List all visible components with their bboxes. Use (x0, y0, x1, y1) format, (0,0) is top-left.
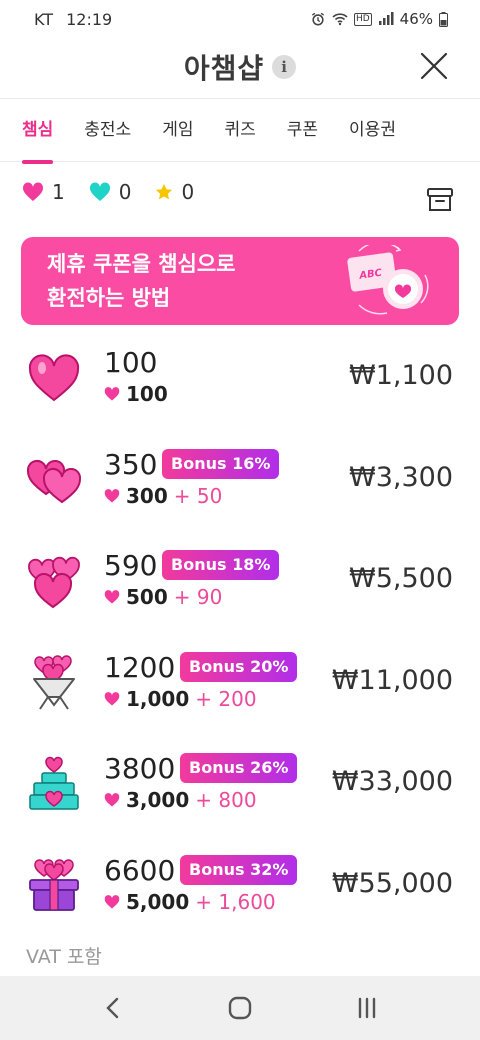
product-bonus-amount: + 800 (195, 788, 257, 812)
star-count: 0 (181, 180, 195, 204)
close-button[interactable] (418, 50, 450, 82)
tab-charging-station[interactable]: 충전소 (84, 99, 131, 163)
pink-heart-icon (22, 182, 44, 201)
mini-heart-icon (104, 590, 120, 604)
inbox-icon[interactable] (426, 186, 454, 214)
product-price[interactable]: ₩1,100 (349, 360, 453, 391)
product-row-6600[interactable]: 6600 Bonus 32% 5,000 + 1,600 ₩55,000 (0, 838, 480, 940)
balance-bar: 1 0 0 (22, 180, 194, 204)
mini-heart-icon (104, 691, 120, 706)
product-bonus-amount: + 90 (173, 585, 223, 609)
alarm-icon (311, 12, 325, 26)
product-price[interactable]: ₩33,000 (332, 766, 453, 797)
product-base-amount: 300 (126, 483, 168, 508)
product-price[interactable]: ₩11,000 (332, 665, 453, 696)
teal-heart-icon (89, 182, 110, 201)
single-heart-icon (28, 354, 80, 402)
pink-heart-count: 1 (52, 180, 65, 204)
three-hearts-icon (28, 556, 80, 609)
product-price[interactable]: ₩55,000 (332, 868, 453, 899)
back-icon[interactable] (98, 993, 128, 1023)
battery-icon (439, 11, 448, 27)
mini-heart-icon (104, 488, 120, 503)
carrier-label: KT (34, 9, 54, 29)
product-row-590[interactable]: 590 Bonus 18% 500 + 90 ₩5,500 (0, 533, 480, 635)
mini-heart-icon (104, 894, 120, 909)
tab-quiz[interactable]: 퀴즈 (224, 99, 255, 163)
banner-title-line1: 제휴 쿠폰을 챔심으로 (47, 252, 236, 276)
battery-percent: 46% (399, 10, 433, 28)
heart-bouquet-icon (33, 654, 75, 710)
pink-heart-balance: 1 (22, 180, 65, 204)
product-amount: 590 (104, 549, 158, 582)
signal-icon (378, 12, 394, 25)
product-price[interactable]: ₩5,500 (349, 563, 453, 594)
system-nav-bar (0, 976, 480, 1040)
heart-gift-box-icon (29, 858, 79, 911)
product-row-1200[interactable]: 1200 Bonus 20% 1,000 + 200 ₩11,000 (0, 635, 480, 737)
coupon-exchange-illustration: ABC (347, 245, 429, 315)
product-amount: 1200 (104, 650, 176, 684)
bonus-badge: Bonus 16% (162, 448, 280, 479)
teal-heart-balance: 0 (89, 180, 132, 204)
product-bonus-amount: + 50 (173, 483, 223, 508)
clock: 12:19 (66, 9, 113, 29)
product-base-amount: 1,000 (126, 686, 190, 711)
product-amount: 6600 (104, 853, 176, 887)
product-row-3800[interactable]: 3800 Bonus 26% 3,000 + 800 ₩33,000 (0, 736, 480, 838)
heart-cake-icon (29, 756, 79, 810)
bonus-badge: Bonus 32% (180, 854, 298, 885)
product-price[interactable]: ₩3,300 (349, 462, 453, 493)
hd-icon: HD (353, 12, 372, 26)
product-base-amount: 3,000 (126, 788, 190, 812)
coupon-exchange-banner[interactable]: 제휴 쿠폰을 챔심으로 환전하는 방법 ABC (21, 237, 459, 325)
banner-title-line2: 환전하는 방법 (47, 286, 171, 310)
product-list: 100 100 ₩1,100 350 Bonus 16% 300 + 50 ₩3… (0, 330, 480, 939)
product-base-amount: 500 (126, 585, 168, 609)
product-amount: 350 (104, 447, 158, 481)
info-icon[interactable]: i (272, 55, 297, 79)
tab-champsim[interactable]: 챔심 (22, 99, 54, 164)
product-amount: 100 (104, 346, 158, 379)
mini-heart-icon (104, 387, 120, 401)
product-bonus-amount: + 200 (195, 686, 257, 711)
star-icon (156, 183, 173, 200)
bonus-badge: Bonus 18% (162, 550, 280, 580)
tab-pass[interactable]: 이용권 (349, 99, 396, 163)
vat-note: VAT 포함 (26, 946, 102, 968)
tab-bar: 챔심 충전소 게임 퀴즈 쿠폰 이용권 (0, 98, 480, 164)
product-row-350[interactable]: 350 Bonus 16% 300 + 50 ₩3,300 (0, 432, 480, 534)
bonus-badge: Bonus 20% (180, 651, 298, 682)
mini-heart-icon (104, 793, 120, 807)
product-bonus-amount: + 1,600 (195, 889, 276, 914)
page-title: 아챔샵 (183, 52, 265, 85)
bonus-badge: Bonus 26% (180, 753, 298, 783)
product-base-amount: 5,000 (126, 889, 190, 914)
star-balance: 0 (155, 180, 194, 204)
app-header: 아챔샵 i (0, 38, 480, 96)
product-row-100[interactable]: 100 100 ₩1,100 (0, 330, 480, 432)
product-amount: 3800 (104, 752, 176, 785)
product-base-amount: 100 (126, 382, 168, 406)
wifi-icon (332, 13, 348, 26)
teal-heart-count: 0 (118, 180, 132, 204)
two-hearts-icon (26, 459, 82, 503)
tab-game[interactable]: 게임 (162, 99, 193, 163)
recent-apps-icon[interactable] (352, 993, 382, 1023)
home-icon[interactable] (225, 993, 255, 1023)
status-bar: KT 12:19 HD 46% (0, 0, 480, 38)
tab-coupon[interactable]: 쿠폰 (287, 99, 318, 163)
